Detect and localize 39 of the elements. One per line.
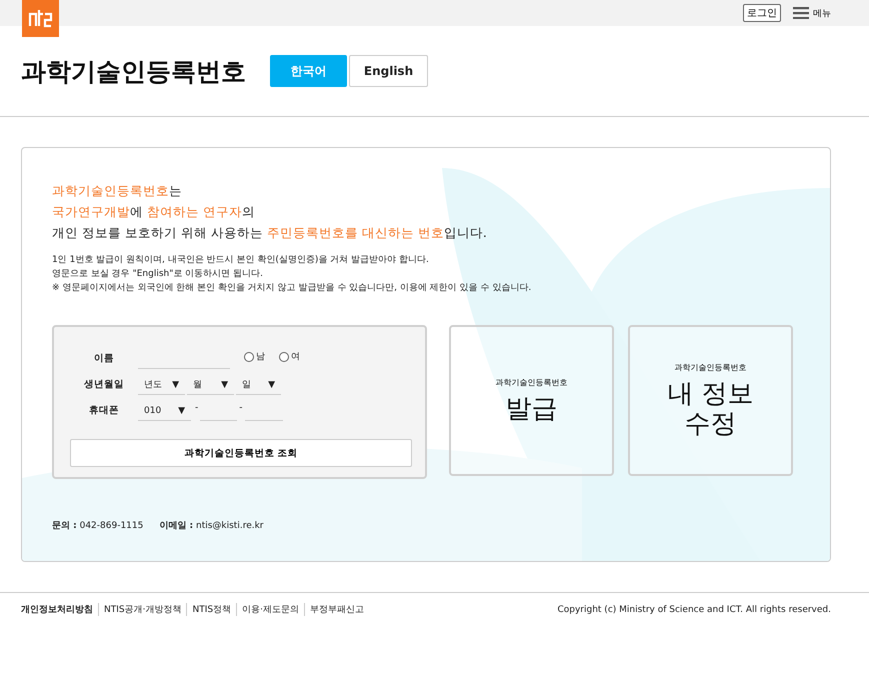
field-label: 생년월일 bbox=[83, 378, 125, 392]
phone-prefix-select[interactable]: 010 ▼ bbox=[138, 401, 191, 421]
language-tab[interactable]: English bbox=[349, 55, 428, 87]
intro-text: 국가연구개발에 참여하는 연구자의 bbox=[52, 203, 255, 221]
birth-select[interactable]: 년도 ▼ bbox=[138, 375, 185, 395]
contact-text: 문의 : 042-869-1115 bbox=[52, 520, 144, 532]
footer-link[interactable]: 부정부패신고 bbox=[304, 603, 369, 616]
footer-link[interactable]: 이용·제도문의 bbox=[236, 603, 304, 616]
action-tile[interactable]: 과학기술인등록번호 발급 bbox=[449, 325, 614, 476]
tile-caption: 과학기술인등록번호 bbox=[674, 362, 746, 373]
intro-text: 개인 정보를 보호하기 위해 사용하는 주민등록번호를 대신하는 번호입니다. bbox=[52, 224, 487, 242]
page-title: 과학기술인등록번호 bbox=[21, 56, 246, 88]
copyright-text: Copyright (c) Ministry of Science and ICT. All rights reserved. bbox=[557, 604, 831, 614]
dash-text: - bbox=[238, 403, 244, 415]
birth-select[interactable]: 월 ▼ bbox=[187, 375, 234, 395]
gender-radio[interactable]: 남 bbox=[244, 350, 265, 369]
tile-title: 수정 bbox=[684, 409, 736, 439]
field-label: 이름 bbox=[93, 352, 115, 366]
logo-icon[interactable] bbox=[22, 0, 59, 37]
tile-title: 발급 bbox=[506, 394, 558, 424]
gender-radio[interactable]: 여 bbox=[279, 350, 300, 369]
dash-text: - bbox=[194, 403, 200, 415]
field-label: 휴대폰 bbox=[88, 404, 120, 418]
notice-text: 1인 1번호 발급이 원칙이며, 내국인은 반드시 본인 확인(실명인증)을 거쳐 발급받아야 합니다. bbox=[52, 254, 430, 267]
action-tile[interactable]: 과학기술인등록번호 내 정보 수정 bbox=[628, 325, 793, 476]
menu-button[interactable]: 메뉴 bbox=[793, 6, 831, 20]
tile-caption: 과학기술인등록번호 bbox=[496, 377, 568, 388]
lookup-button[interactable]: 과학기술인등록번호 조회 bbox=[70, 439, 412, 467]
footer-link[interactable]: NTIS정책 bbox=[186, 603, 236, 616]
contact-text: 이메일 : ntis@kisti.re.kr bbox=[159, 520, 264, 532]
footer-link[interactable]: NTIS공개·개방정책 bbox=[98, 603, 186, 616]
notice-text: 영문으로 보실 경우 "English"로 이동하시면 됩니다. bbox=[52, 268, 264, 281]
birth-select[interactable]: 일 ▼ bbox=[236, 375, 281, 395]
footer-link[interactable]: 개인정보처리방침 bbox=[21, 603, 98, 616]
tile-title: 내 정보 bbox=[667, 379, 754, 409]
intro-text: 과학기술인등록번호는 bbox=[52, 182, 182, 200]
notice-text: ※ 영문페이지에서는 외국인에 한해 본인 확인을 거치지 않고 발급받을 수 있습니다만, 이용에 제한이 있을 수 있습니다. bbox=[52, 282, 532, 295]
menu-icon bbox=[793, 7, 809, 19]
login-button[interactable]: 로그인 bbox=[743, 4, 781, 22]
